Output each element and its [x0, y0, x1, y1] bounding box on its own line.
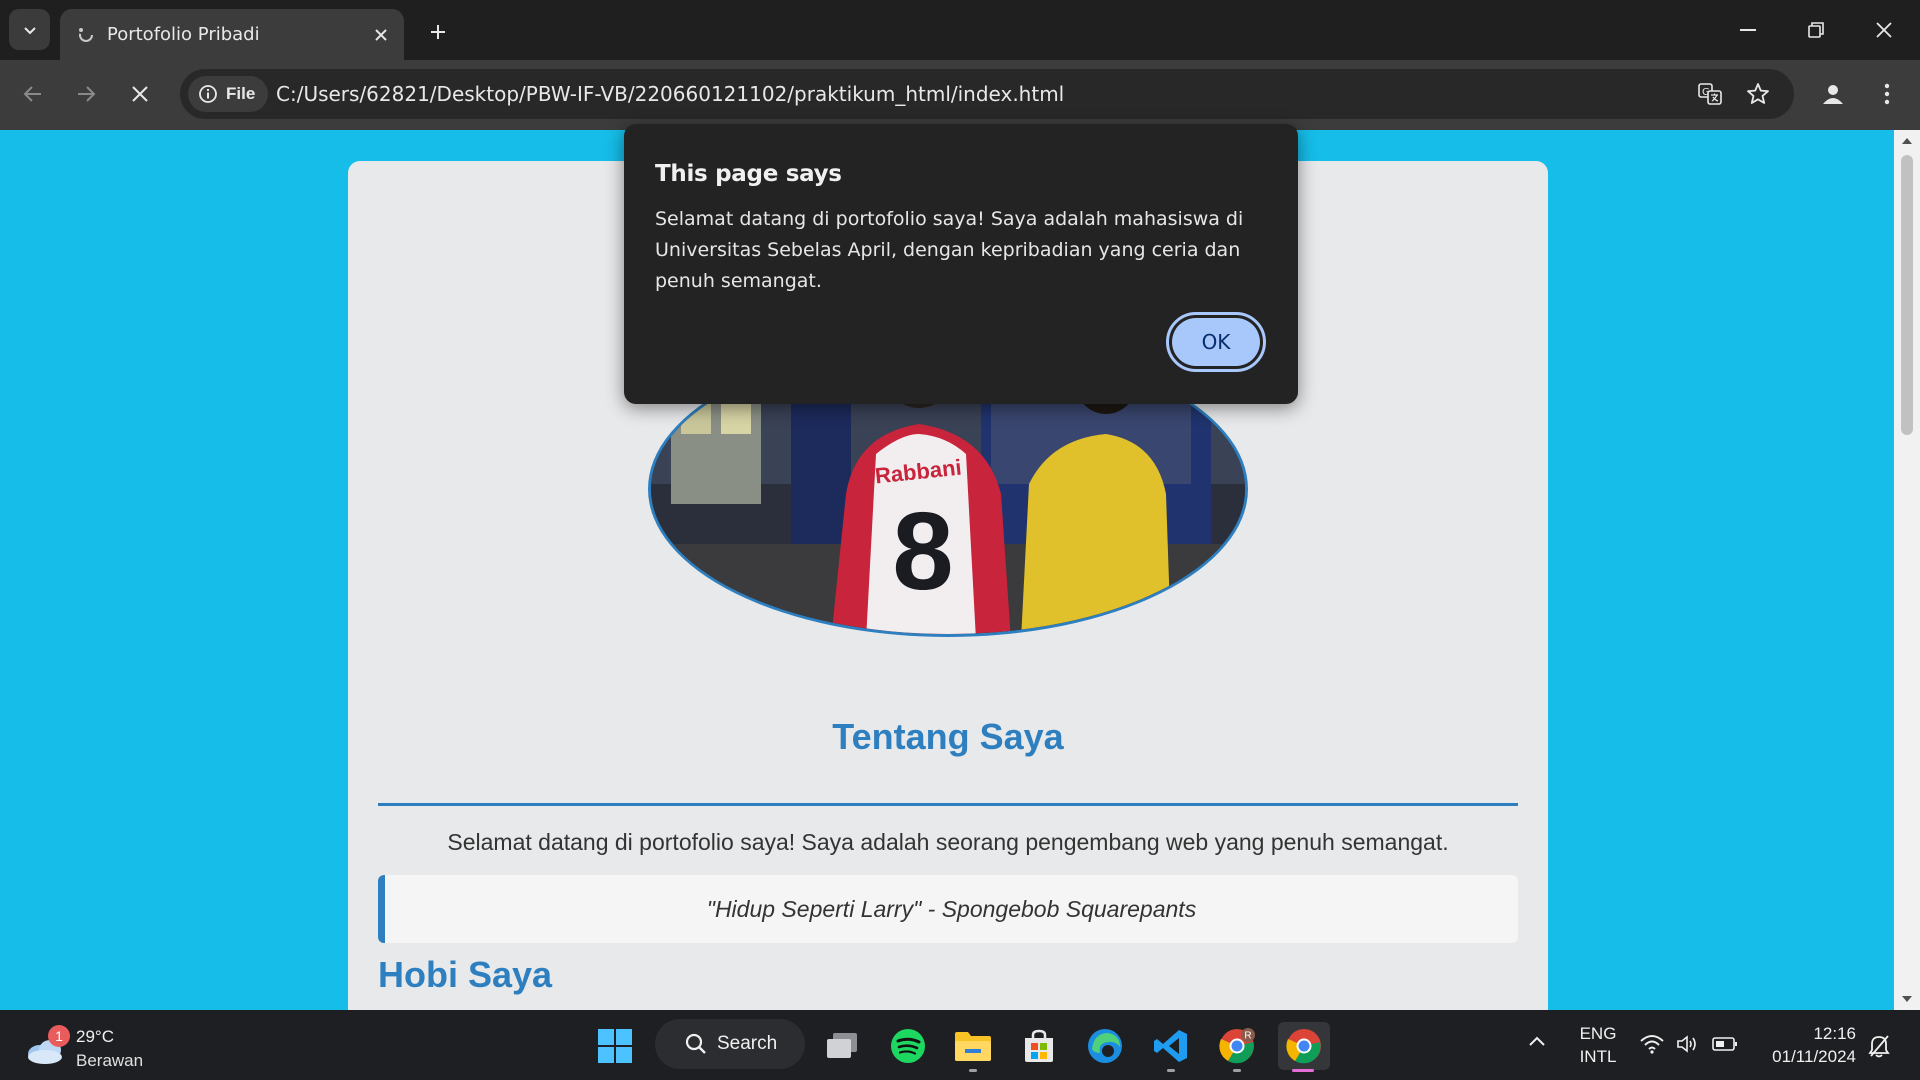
language-indicator[interactable]: ENG INTL [1576, 1022, 1620, 1068]
taskbar-spotify[interactable] [884, 1022, 932, 1070]
taskbar-vscode[interactable] [1147, 1022, 1195, 1072]
lang-line1: ENG [1579, 1024, 1617, 1043]
quote-text: "Hidup Seperti Larry" - Spongebob Square… [706, 895, 1197, 922]
back-arrow-icon[interactable] [13, 74, 53, 114]
menu-kebab-icon[interactable] [1867, 74, 1907, 114]
tab-search-button[interactable] [9, 9, 50, 50]
scrollbar-thumb[interactable] [1901, 155, 1913, 435]
taskbar-edge[interactable] [1081, 1022, 1129, 1070]
clock-date: 01/11/2024 [1772, 1047, 1856, 1066]
browser-toolbar: File C:/Users/62821/Desktop/PBW-IF-VB/22… [0, 60, 1920, 130]
forward-arrow-icon[interactable] [66, 74, 106, 114]
running-indicator [1233, 1069, 1241, 1072]
page-scrollbar[interactable] [1894, 130, 1920, 1010]
file-chip-label: File [226, 84, 256, 103]
windows-taskbar: 1 29°C Berawan Search R ENG INTL 12:16 0… [0, 1010, 1920, 1080]
browser-tab[interactable]: Portofolio Pribadi [60, 9, 404, 60]
about-text: Selamat datang di portofolio saya! Saya … [447, 829, 1449, 855]
new-tab-icon[interactable] [420, 14, 456, 50]
weather-condition: Berawan [76, 1051, 144, 1070]
minimize-icon[interactable] [1714, 0, 1782, 60]
ok-button-label: OK [1172, 318, 1260, 366]
active-indicator [1292, 1069, 1314, 1072]
stop-loading-icon[interactable] [120, 74, 160, 114]
task-view-icon [827, 1033, 857, 1058]
alert-dialog: This page says Selamat datang di portofo… [624, 124, 1298, 404]
quote-block: "Hidup Seperti Larry" - Spongebob Square… [378, 875, 1518, 943]
taskbar-chrome-profile[interactable]: R [1213, 1022, 1261, 1072]
about-title: Tentang Saya [832, 716, 1064, 757]
spotify-icon [891, 1029, 925, 1063]
info-icon [199, 85, 217, 103]
weather-notification-badge: 1 [48, 1025, 70, 1047]
search-label: Search [717, 1033, 778, 1054]
loading-favicon-icon [79, 27, 93, 42]
url-text[interactable]: C:/Users/62821/Desktop/PBW-IF-VB/2206601… [276, 82, 1064, 106]
lang-line2: INTL [1579, 1047, 1617, 1066]
chrome-profile-badge: R [1244, 1031, 1251, 1042]
show-hidden-icons-chevron-icon[interactable] [1528, 1032, 1546, 1052]
dialog-title: This page says [655, 161, 842, 187]
translate-icon[interactable]: G [1694, 78, 1726, 110]
dialog-message: Selamat datang di portofolio saya! Saya … [655, 208, 1244, 292]
taskbar-chrome[interactable] [1278, 1022, 1330, 1072]
profile-icon[interactable] [1813, 74, 1853, 114]
weather-temperature: 29°C [76, 1027, 114, 1046]
windows-logo-icon [598, 1029, 632, 1063]
chevron-down-icon [23, 26, 36, 34]
about-divider [378, 803, 1518, 806]
jersey-number: 8 [892, 490, 953, 613]
store-icon [1025, 1029, 1053, 1062]
close-window-icon[interactable] [1850, 0, 1918, 60]
taskbar-search[interactable]: Search [655, 1019, 805, 1069]
browser-tab-bar: Portofolio Pribadi [0, 0, 1920, 60]
edge-icon [1088, 1029, 1122, 1063]
ok-button[interactable]: OK [1166, 312, 1266, 372]
notifications-icon[interactable] [1868, 1034, 1890, 1063]
hobby-title: Hobi Saya [378, 954, 553, 995]
search-icon [685, 1033, 706, 1054]
folder-icon [955, 1032, 991, 1061]
tab-close-icon[interactable] [366, 20, 396, 50]
running-indicator [969, 1069, 977, 1072]
scroll-up-icon[interactable] [1902, 138, 1912, 144]
task-view-button[interactable] [818, 1022, 866, 1070]
running-indicator [1167, 1069, 1175, 1072]
system-clock[interactable]: 12:16 01/11/2024 [1760, 1022, 1856, 1068]
taskbar-microsoft-store[interactable] [1015, 1022, 1063, 1070]
clock-time: 12:16 [1813, 1024, 1856, 1043]
site-info-chip[interactable]: File [188, 76, 268, 112]
vscode-icon [1154, 1030, 1187, 1062]
address-bar[interactable]: File C:/Users/62821/Desktop/PBW-IF-VB/22… [180, 69, 1794, 119]
taskbar-file-explorer[interactable] [949, 1022, 997, 1072]
bookmark-star-icon[interactable] [1742, 78, 1774, 110]
scroll-down-icon[interactable] [1902, 996, 1912, 1002]
weather-widget[interactable]: 1 29°C Berawan [24, 1022, 164, 1070]
tab-title: Portofolio Pribadi [107, 24, 260, 45]
chrome-icon [1286, 1029, 1321, 1064]
chrome-icon: R [1219, 1028, 1255, 1064]
start-button[interactable] [591, 1022, 639, 1070]
battery-icon[interactable] [1712, 1036, 1738, 1057]
volume-icon[interactable] [1676, 1034, 1700, 1059]
wifi-icon[interactable] [1640, 1034, 1664, 1059]
restore-icon[interactable] [1782, 0, 1850, 60]
